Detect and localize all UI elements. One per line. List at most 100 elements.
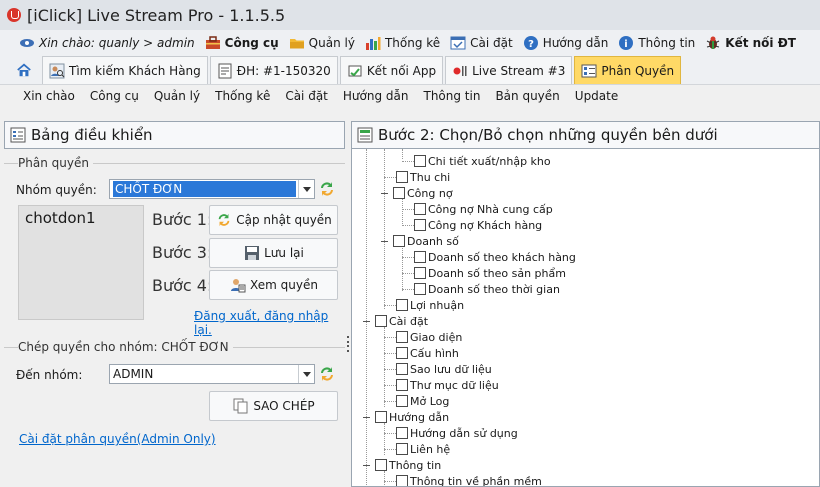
menu2-cong-cu[interactable]: Công cụ	[83, 89, 147, 103]
copy-button[interactable]: SAO CHÉP	[209, 391, 338, 421]
tree-item[interactable]: Mở Log	[396, 393, 449, 409]
tree-item[interactable]: Hướng dẫn	[362, 409, 449, 425]
tree-item[interactable]: Thu chi	[396, 169, 450, 185]
tree-checkbox[interactable]	[414, 155, 426, 167]
tab-label: Phân Quyền	[601, 63, 675, 78]
panel-splitter[interactable]	[346, 336, 350, 352]
collapse-icon[interactable]	[362, 461, 371, 470]
tree-checkbox[interactable]	[396, 395, 408, 407]
tree-item[interactable]: Liên hệ	[396, 441, 450, 457]
refresh-icon[interactable]	[318, 365, 336, 383]
permission-group-label: Phân quyền	[18, 156, 93, 170]
tree-checkbox[interactable]	[414, 283, 426, 295]
tree-item[interactable]: Doanh số	[380, 233, 459, 249]
menu-label: Thông tin	[638, 35, 696, 50]
menu-cai-dat[interactable]: Cài đặt	[445, 32, 518, 54]
chevron-down-icon	[298, 180, 314, 198]
tree-checkbox[interactable]	[396, 443, 408, 455]
collapse-icon[interactable]	[380, 237, 389, 246]
tree-checkbox[interactable]	[414, 219, 426, 231]
tab-live-stream[interactable]: Live Stream #3	[445, 56, 573, 84]
menu-thong-ke[interactable]: Thống kê	[360, 32, 445, 54]
tree-checkbox[interactable]	[393, 235, 405, 247]
tree-item[interactable]: Sao lưu dữ liệu	[396, 361, 492, 377]
tree-item[interactable]: Cấu hình	[396, 345, 459, 361]
tree-item[interactable]: Doanh số theo khách hàng	[414, 249, 576, 265]
tree-item-label: Cấu hình	[410, 346, 459, 360]
greeting-item[interactable]: Xin chào: quanly > admin	[14, 32, 200, 54]
svg-text:?: ?	[528, 39, 534, 50]
menu2-update[interactable]: Update	[568, 89, 626, 103]
tree-item-label: Thông tin	[389, 458, 442, 472]
tree-checkbox[interactable]	[414, 251, 426, 263]
menu2-thong-tin[interactable]: Thông tin	[416, 89, 488, 103]
menu-ket-noi-dt[interactable]: Kết nối ĐT	[700, 32, 801, 54]
tree-checkbox[interactable]	[375, 411, 387, 423]
to-group-select[interactable]: ADMIN	[109, 364, 315, 384]
tree-checkbox[interactable]	[396, 171, 408, 183]
tree-checkbox[interactable]	[414, 203, 426, 215]
tab-connect-app[interactable]: Kết nối App	[339, 56, 444, 84]
tree-item[interactable]: Doanh số theo thời gian	[414, 281, 560, 297]
tree-item[interactable]: Giao diện	[396, 329, 462, 345]
menu-quan-ly[interactable]: Quản lý	[284, 32, 360, 54]
tab-home[interactable]	[12, 56, 40, 84]
save-button[interactable]: Lưu lại	[209, 238, 338, 268]
menu2-quan-ly[interactable]: Quản lý	[147, 89, 208, 103]
tree-item[interactable]: Lợi nhuận	[396, 297, 464, 313]
home-icon	[16, 62, 32, 78]
permission-tree[interactable]: Chi tiết xuất/nhập kho Thu chi Công nợ C…	[351, 149, 820, 487]
tree-item[interactable]: Công nợ Khách hàng	[414, 217, 542, 233]
view-permission-button[interactable]: Xem quyền	[209, 270, 338, 300]
permission-group-list[interactable]: chotdon1	[18, 205, 144, 320]
tree-checkbox[interactable]	[396, 427, 408, 439]
collapse-icon[interactable]	[380, 189, 389, 198]
tab-customer-search[interactable]: Tìm kiếm Khách Hàng	[42, 56, 208, 84]
tab-order[interactable]: ĐH: #1-150320	[209, 56, 338, 84]
tree-item[interactable]: Công nợ Nhà cung cấp	[414, 201, 553, 217]
menu2-huong-dan[interactable]: Hướng dẫn	[336, 89, 417, 103]
tree-item[interactable]: Thông tin về phần mềm	[396, 473, 542, 486]
tree-item[interactable]: Thư mục dữ liệu	[396, 377, 499, 393]
tree-item[interactable]: Công nợ	[380, 185, 453, 201]
button-label: SAO CHÉP	[253, 399, 315, 413]
tree-item-label: Công nợ Khách hàng	[428, 218, 543, 232]
collapse-icon[interactable]	[362, 317, 371, 326]
tree-checkbox[interactable]	[396, 299, 408, 311]
help-icon: ?	[523, 35, 539, 51]
refresh-icon[interactable]	[318, 180, 336, 198]
tree-item[interactable]: Cài đặt	[362, 313, 428, 329]
menu2-thong-ke[interactable]: Thống kê	[208, 89, 278, 103]
menu-huong-dan[interactable]: ? Hướng dẫn	[518, 32, 614, 54]
tab-permission[interactable]: Phân Quyền	[574, 56, 682, 84]
permission-group-select[interactable]: CHỐT ĐƠN	[109, 179, 315, 199]
control-panel: Bảng điều khiển Phân quyền Nhóm quyền: C…	[4, 121, 345, 487]
admin-settings-link[interactable]: Cài đặt phân quyền(Admin Only)	[19, 432, 216, 446]
tree-item[interactable]: Hướng dẫn sử dụng	[396, 425, 518, 441]
tree-checkbox[interactable]	[396, 347, 408, 359]
tree-item-label: Cài đặt	[389, 314, 429, 328]
menu-thong-tin[interactable]: i Thông tin	[613, 32, 700, 54]
logout-relogin-link[interactable]: Đăng xuất, đăng nhập lại.	[194, 309, 345, 337]
tree-checkbox[interactable]	[396, 475, 408, 486]
tree-item-label: Hướng dẫn	[389, 410, 450, 424]
tree-checkbox[interactable]	[375, 315, 387, 327]
update-permission-button[interactable]: Cập nhật quyền	[209, 205, 338, 235]
tree-checkbox[interactable]	[396, 379, 408, 391]
list-item[interactable]: chotdon1	[25, 209, 137, 227]
tree-item[interactable]: Thông tin	[362, 457, 441, 473]
tree-checkbox[interactable]	[396, 363, 408, 375]
tree-checkbox[interactable]	[393, 187, 405, 199]
tree-item-label: Doanh số theo khách hàng	[428, 250, 576, 264]
tree-checkbox[interactable]	[396, 331, 408, 343]
tree-item[interactable]: Doanh số theo sản phẩm	[414, 265, 566, 281]
menu-cong-cu[interactable]: Công cụ	[200, 32, 284, 54]
tree-checkbox[interactable]	[375, 459, 387, 471]
tab-label: ĐH: #1-150320	[236, 63, 331, 78]
collapse-icon[interactable]	[362, 413, 371, 422]
tree-item[interactable]: Chi tiết xuất/nhập kho	[414, 153, 551, 169]
menu2-cai-dat[interactable]: Cài đặt	[278, 89, 336, 103]
menu2-xin-chao[interactable]: Xin chào	[16, 89, 83, 103]
tree-checkbox[interactable]	[414, 267, 426, 279]
menu2-ban-quyen[interactable]: Bản quyền	[488, 89, 567, 103]
